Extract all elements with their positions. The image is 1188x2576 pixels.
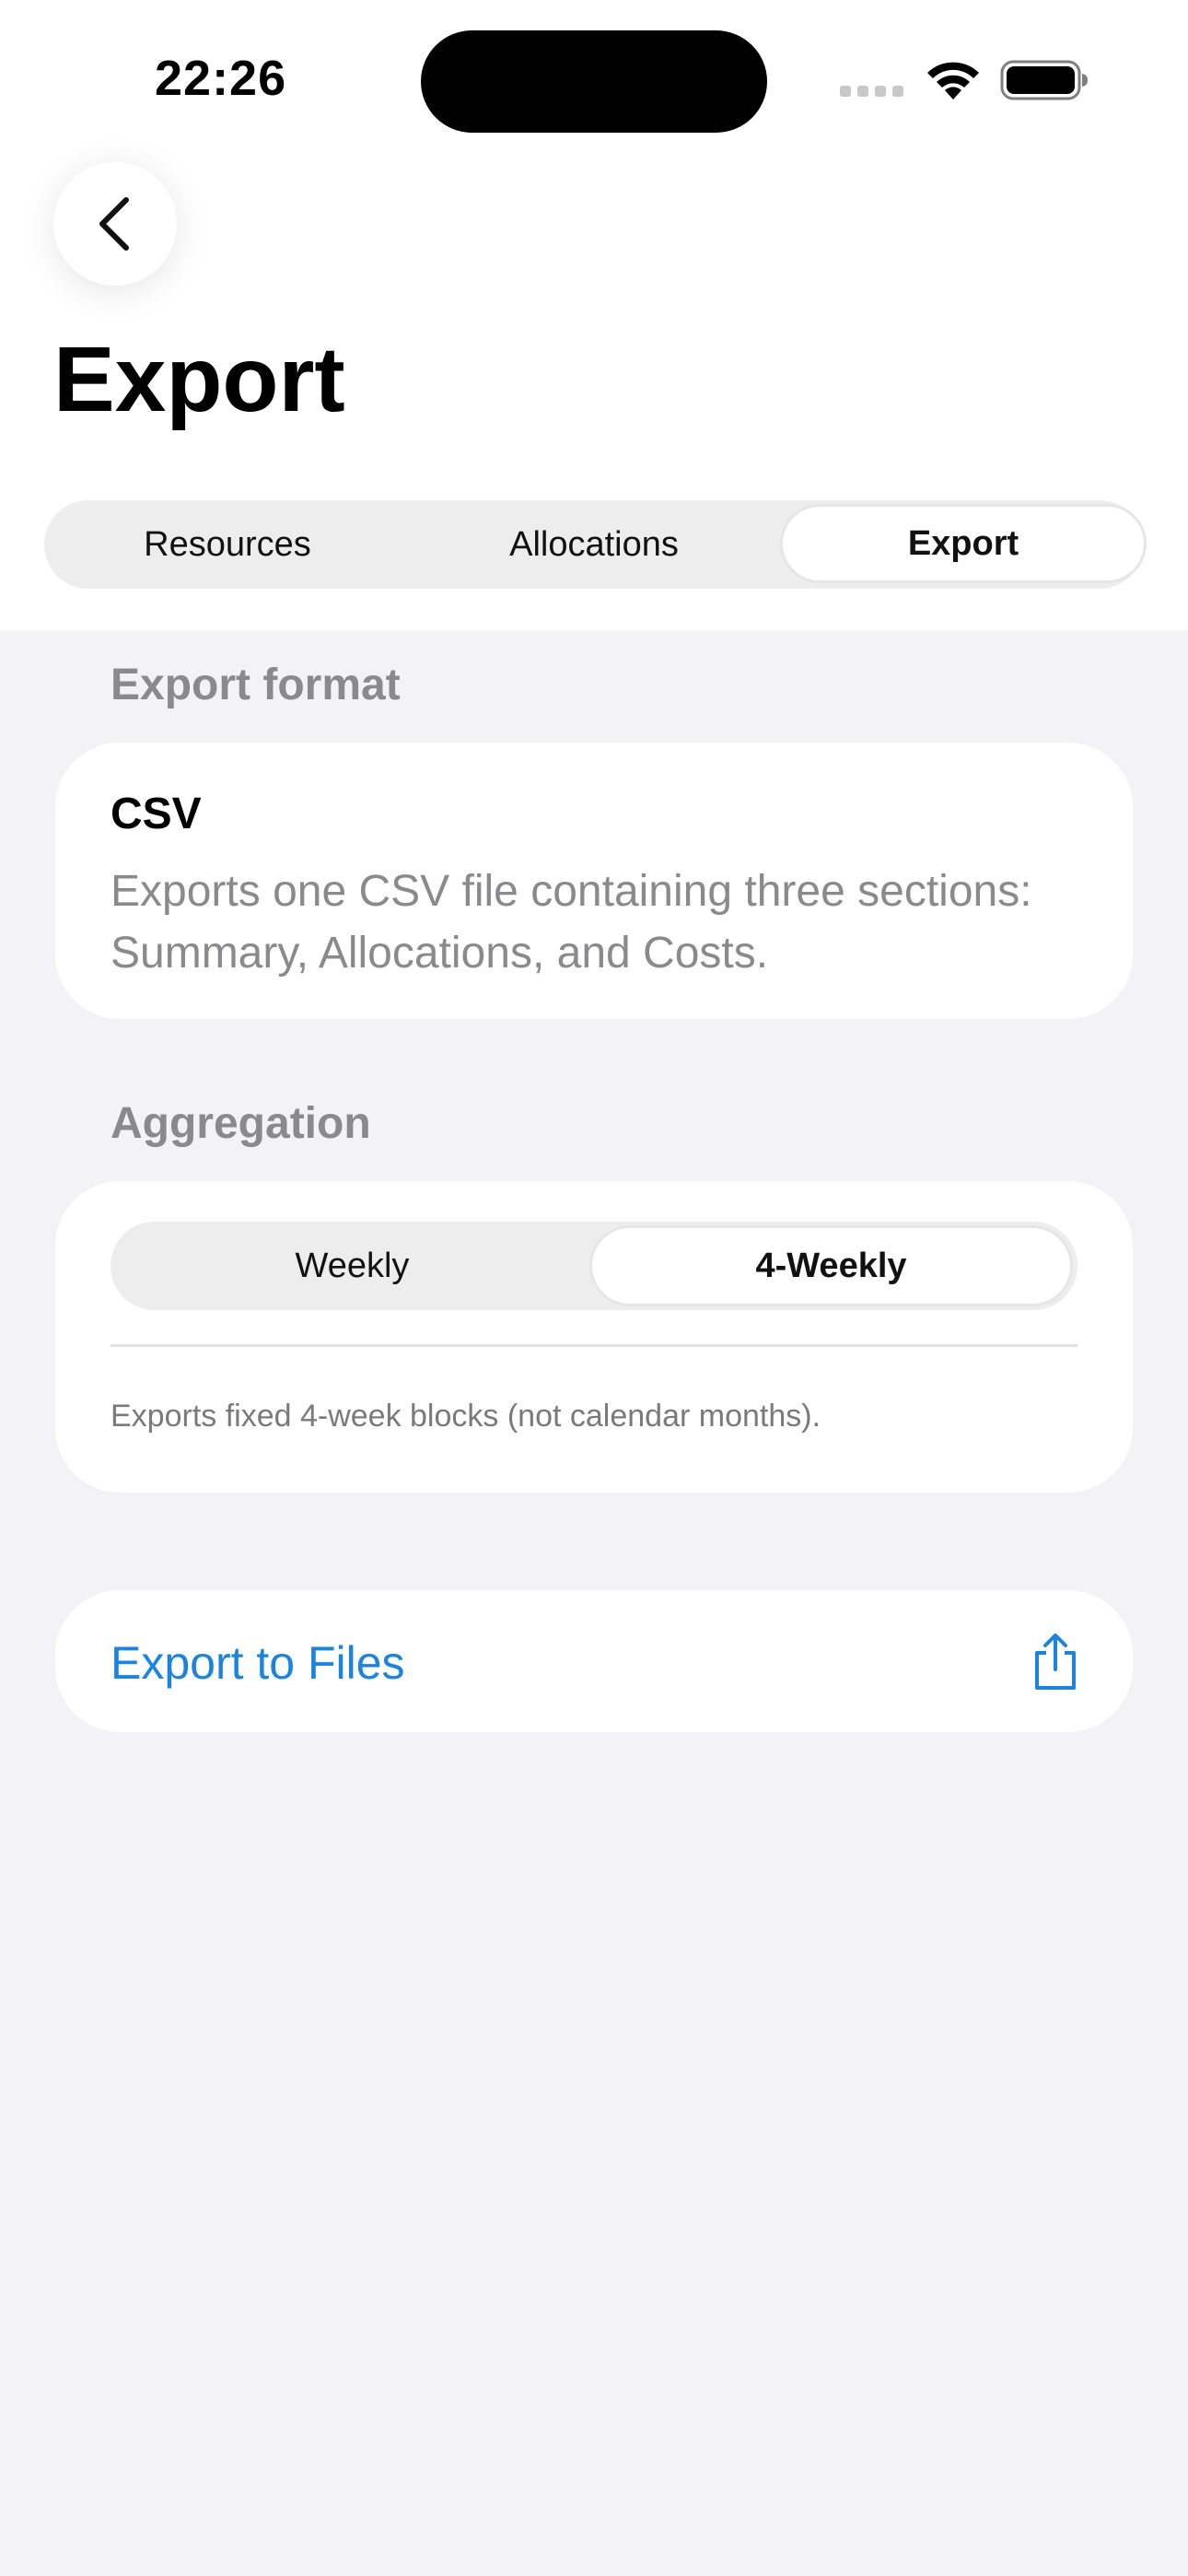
export-to-files-button[interactable]: Export to Files (55, 1590, 1133, 1732)
format-title: CSV (111, 790, 202, 838)
chevron-left-icon (99, 197, 129, 251)
divider (111, 1344, 1077, 1347)
export-format-header: Export format (111, 661, 401, 709)
aggregation-segmented-control: Weekly 4-Weekly (111, 1222, 1077, 1310)
wifi-icon (927, 62, 979, 100)
aggregation-card: Weekly 4-Weekly Exports fixed 4-week blo… (55, 1181, 1133, 1493)
back-button[interactable] (53, 162, 177, 286)
status-icons (840, 57, 1089, 103)
dynamic-island (421, 30, 767, 133)
tab-allocations[interactable]: Allocations (411, 500, 777, 589)
share-icon (1035, 1633, 1076, 1690)
aggregation-header: Aggregation (111, 1099, 371, 1148)
status-time: 22:26 (155, 51, 287, 106)
aggregation-footnote: Exports fixed 4-week blocks (not calenda… (111, 1399, 821, 1434)
tab-export[interactable]: Export (780, 504, 1147, 583)
option-4-weekly[interactable]: 4-Weekly (589, 1225, 1073, 1306)
option-weekly[interactable]: Weekly (111, 1222, 594, 1310)
export-format-card: CSV Exports one CSV file containing thre… (55, 743, 1133, 1019)
tab-resources[interactable]: Resources (44, 500, 411, 589)
cellular-signal-icon (840, 86, 903, 97)
export-to-files-label: Export to Files (111, 1637, 405, 1689)
header-area: 22:26 Export Resources Allocations Expor… (0, 0, 1188, 630)
battery-icon (1000, 60, 1088, 100)
format-description: Exports one CSV file containing three se… (111, 867, 1032, 978)
page-title: Export (53, 328, 345, 431)
section-tabs: Resources Allocations Export (44, 500, 1147, 589)
